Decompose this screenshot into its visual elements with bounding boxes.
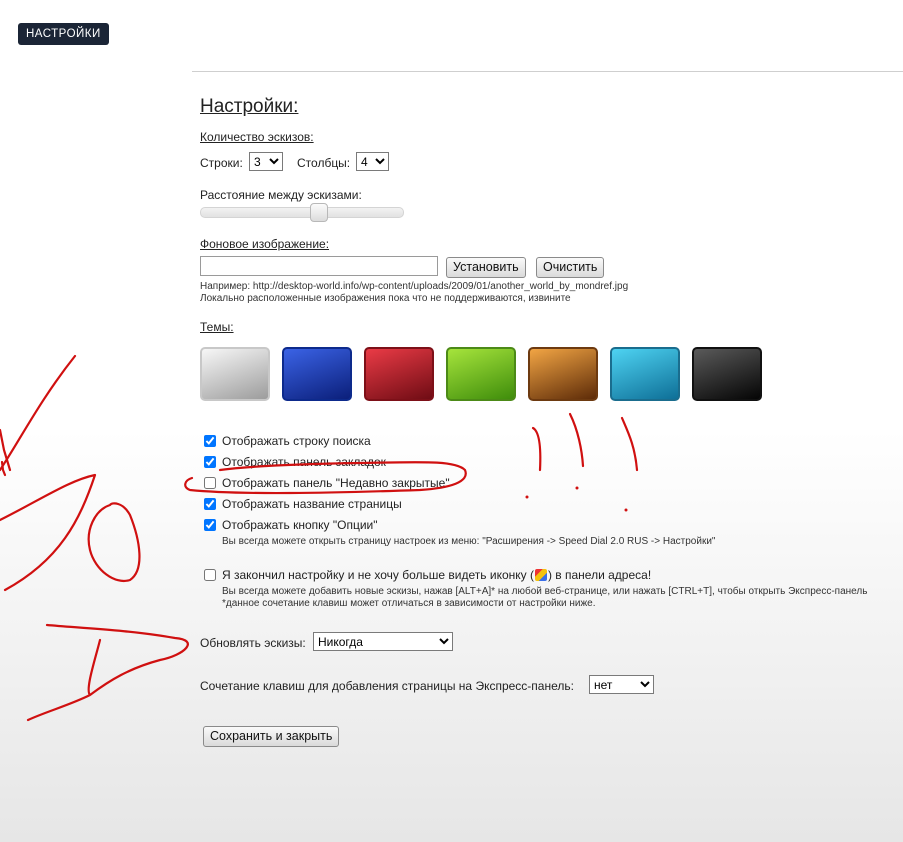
theme-swatch-blue[interactable] — [282, 347, 352, 401]
themes-heading: Темы: — [200, 320, 234, 334]
settings-header-button[interactable]: НАСТРОЙКИ — [18, 23, 109, 45]
theme-swatch-red[interactable] — [364, 347, 434, 401]
header-divider — [192, 71, 903, 72]
theme-swatch-green[interactable] — [446, 347, 516, 401]
show-recent-checkbox[interactable] — [204, 477, 216, 489]
show-search-label: Отображать строку поиска — [222, 434, 371, 448]
set-background-button[interactable]: Установить — [446, 257, 526, 278]
background-heading: Фоновое изображение: — [200, 237, 330, 251]
cols-label: Столбцы: — [297, 156, 351, 170]
background-note: Локально расположенные изображения пока … — [200, 293, 571, 304]
show-recent-label: Отображать панель "Недавно закрытые" — [222, 476, 450, 490]
refresh-label: Обновлять эскизы: — [200, 636, 306, 650]
show-bookmarks-checkbox[interactable] — [204, 456, 216, 468]
hide-icon-label-after: ) в панели адреса! — [547, 568, 652, 582]
theme-swatch-black[interactable] — [692, 347, 762, 401]
hotkey-select[interactable]: нет — [589, 675, 654, 694]
cols-select[interactable]: 4 — [356, 152, 389, 171]
show-search-checkbox[interactable] — [204, 435, 216, 447]
page-title: Настройки: — [200, 96, 299, 117]
spacing-label: Расстояние между эскизами: — [200, 188, 362, 202]
show-options-button-checkbox[interactable] — [204, 519, 216, 531]
theme-swatch-orange[interactable] — [528, 347, 598, 401]
spacing-slider-handle[interactable] — [309, 203, 328, 222]
option-show-bookmarks[interactable]: Отображать панель закладок — [204, 455, 386, 469]
clear-background-button[interactable]: Очистить — [536, 257, 605, 278]
show-page-title-label: Отображать название страницы — [222, 497, 402, 511]
hide-icon-label-before: Я закончил настройку и не хочу больше ви… — [222, 568, 534, 582]
option-show-page-title[interactable]: Отображать название страницы — [204, 497, 402, 511]
show-page-title-checkbox[interactable] — [204, 498, 216, 510]
hide-icon-hint-2: *данное сочетание клавиш может отличатьс… — [222, 598, 596, 609]
hide-icon-checkbox[interactable] — [204, 569, 216, 581]
rows-select[interactable]: 3 — [249, 152, 283, 171]
rows-label: Строки: — [200, 156, 243, 170]
options-hint: Вы всегда можете открыть страницу настро… — [222, 536, 716, 547]
hide-icon-hint-1: Вы всегда можете добавить новые эскизы, … — [222, 586, 868, 597]
refresh-select[interactable]: Никогда — [313, 632, 453, 651]
show-options-button-label: Отображать кнопку "Опции" — [222, 518, 378, 532]
spacing-slider-track[interactable] — [200, 207, 404, 218]
red-handwritten-annotations — [0, 354, 639, 722]
thumbs-heading: Количество эскизов: — [200, 130, 314, 144]
speed-dial-icon — [534, 569, 547, 581]
theme-swatch-white[interactable] — [200, 347, 270, 401]
option-show-recent[interactable]: Отображать панель "Недавно закрытые" — [204, 476, 450, 490]
background-url-input[interactable] — [200, 256, 438, 276]
option-show-options-button[interactable]: Отображать кнопку "Опции" — [204, 518, 378, 532]
theme-swatch-cyan[interactable] — [610, 347, 680, 401]
hotkey-label: Сочетание клавиш для добавления страницы… — [200, 679, 574, 693]
background-example: Например: http://desktop-world.info/wp-c… — [200, 281, 629, 292]
option-show-search[interactable]: Отображать строку поиска — [204, 434, 371, 448]
show-bookmarks-label: Отображать панель закладок — [222, 455, 386, 469]
save-and-close-button[interactable]: Сохранить и закрыть — [203, 726, 340, 747]
option-hide-icon[interactable]: Я закончил настройку и не хочу больше ви… — [204, 568, 651, 582]
